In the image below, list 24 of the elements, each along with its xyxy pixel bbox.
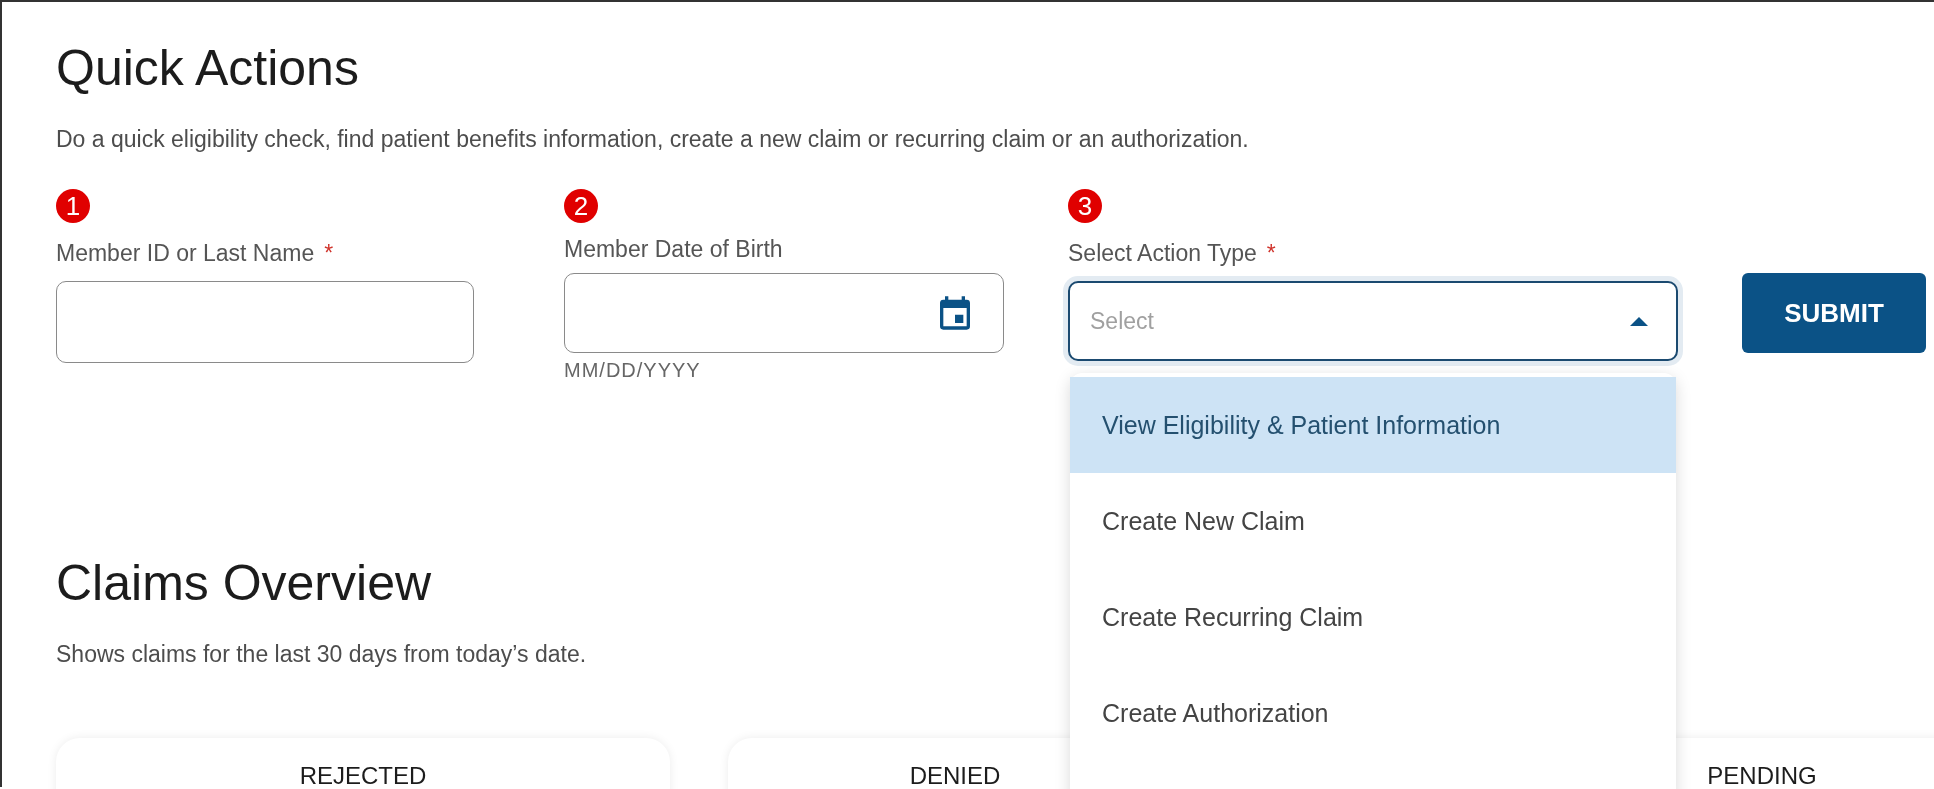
card-title: PENDING (1707, 762, 1817, 789)
text-field[interactable] (56, 281, 474, 363)
field-label: Select Action Type (1068, 239, 1257, 267)
required-asterisk: * (1266, 239, 1276, 267)
step-number-badge: 2 (564, 189, 598, 223)
section-description: Do a quick eligibility check, find patient benefits information, create a new claim or recurring claim or an authorization. (56, 126, 1249, 153)
dropdown-option[interactable]: View Eligibility & Patient Information (1070, 377, 1676, 473)
step-number-badge: 3 (1068, 189, 1102, 223)
section-description: Shows claims for the last 30 days from today’s date. (56, 641, 587, 668)
date-field[interactable] (564, 273, 1004, 353)
caret-icon (1630, 316, 1648, 326)
field-hint: MM/DD/YYYY (564, 359, 701, 382)
dropdown-option[interactable]: Create Authorization (1070, 665, 1676, 761)
dropdown-option[interactable]: Create New Claim (1070, 473, 1676, 569)
section-title: Quick Actions (56, 39, 359, 98)
submit-button[interactable]: SUBMIT (1742, 273, 1926, 353)
card-title: DENIED (909, 762, 1001, 789)
field-label: Member ID or Last Name (56, 239, 315, 267)
required-asterisk: * (324, 239, 334, 267)
step-number-badge: 1 (56, 189, 90, 223)
section-title: Claims Overview (56, 554, 432, 613)
card-title: REJECTED (299, 762, 427, 789)
dropdown-option[interactable]: Create Recurring Claim (1070, 569, 1676, 665)
field-label: Member Date of Birth (564, 235, 783, 263)
